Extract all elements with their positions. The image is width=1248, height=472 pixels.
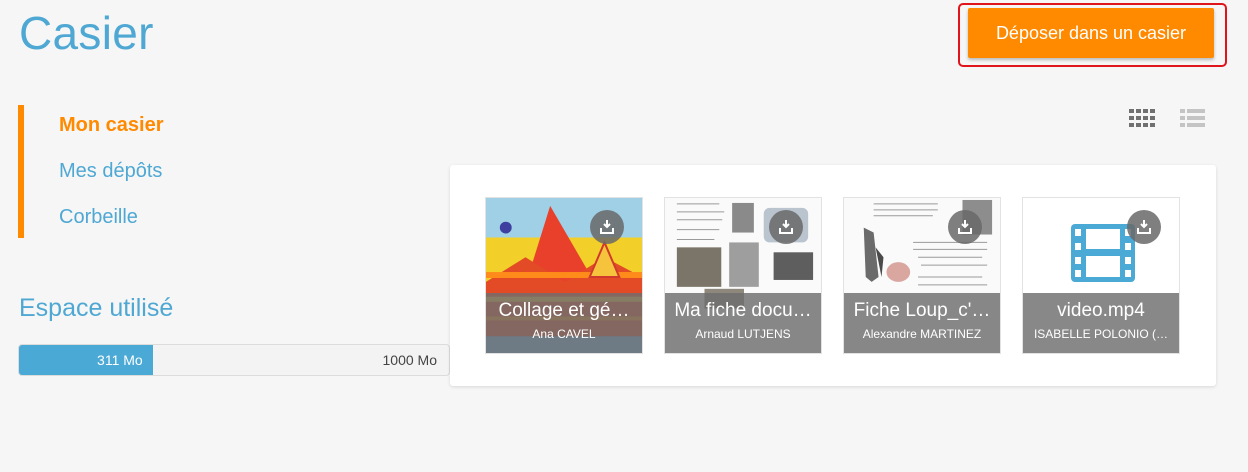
file-caption: video.mp4 ISABELLE POLONIO (… (1023, 293, 1179, 353)
file-caption: Ma fiche docu… Arnaud LUTJENS (665, 293, 821, 353)
download-icon[interactable] (769, 210, 803, 244)
file-name: video.mp4 (1057, 300, 1145, 321)
deposit-button-highlight: Déposer dans un casier (958, 3, 1227, 67)
film-icon (1071, 224, 1135, 282)
file-card[interactable]: Fiche Loup_c'… Alexandre MARTINEZ (843, 197, 1001, 354)
list-view-icon[interactable] (1180, 106, 1208, 130)
download-icon[interactable] (590, 210, 624, 244)
storage-used-label: 311 Mo (97, 352, 143, 368)
download-icon[interactable] (1127, 210, 1161, 244)
file-author: Arnaud LUTJENS (695, 327, 791, 341)
file-author: Ana CAVEL (532, 327, 596, 341)
file-caption: Collage et gé… Ana CAVEL (486, 293, 642, 353)
file-name: Ma fiche docu… (674, 300, 812, 321)
sidebar-nav: Mon casier Mes dépôts Corbeille (18, 105, 278, 238)
file-name: Collage et gé… (498, 300, 630, 321)
file-card[interactable]: video.mp4 ISABELLE POLONIO (… (1022, 197, 1180, 354)
files-panel: Collage et gé… Ana CAVEL Ma fiche docu… … (450, 165, 1216, 386)
storage-title: Espace utilisé (19, 294, 174, 322)
storage-progress-fill: 311 Mo (19, 345, 153, 375)
grid-view-icon[interactable] (1129, 106, 1157, 130)
sidebar-item-corbeille[interactable]: Corbeille (59, 206, 138, 229)
file-card[interactable]: Collage et gé… Ana CAVEL (485, 197, 643, 354)
page-title: Casier (19, 7, 154, 59)
storage-progress-bar: 311 Mo 1000 Mo (18, 344, 450, 376)
file-card[interactable]: Ma fiche docu… Arnaud LUTJENS (664, 197, 822, 354)
download-icon[interactable] (948, 210, 982, 244)
storage-total-label: 1000 Mo (382, 352, 437, 368)
file-author: Alexandre MARTINEZ (862, 327, 982, 341)
sidebar-item-mon-casier[interactable]: Mon casier (59, 114, 163, 137)
file-caption: Fiche Loup_c'… Alexandre MARTINEZ (844, 293, 1000, 353)
sidebar-item-mes-depots[interactable]: Mes dépôts (59, 160, 162, 183)
deposit-button[interactable]: Déposer dans un casier (968, 8, 1214, 58)
file-name: Fiche Loup_c'… (853, 300, 991, 321)
file-author: ISABELLE POLONIO (… (1033, 327, 1169, 341)
